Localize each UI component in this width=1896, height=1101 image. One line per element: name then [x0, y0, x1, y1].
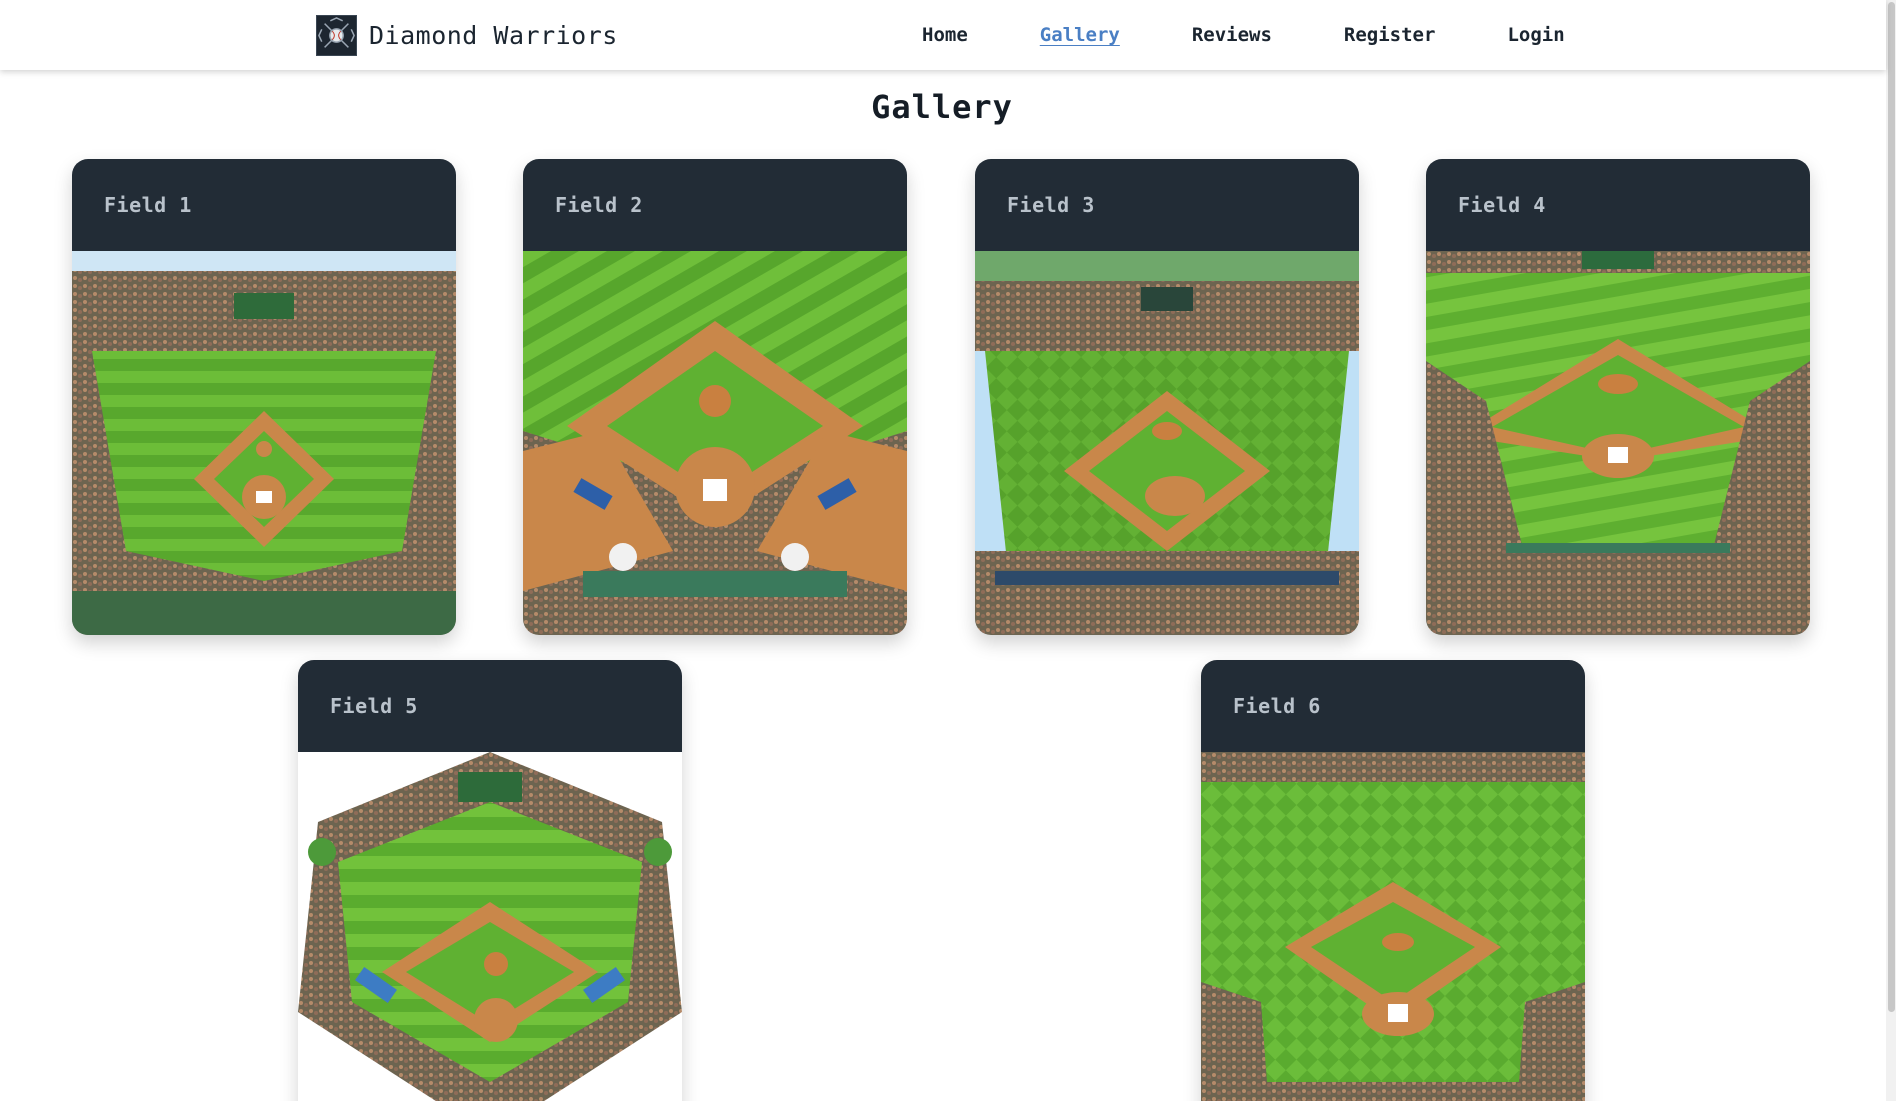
gallery-card[interactable]: Field 5: [298, 660, 682, 1101]
card-header: Field 1: [72, 159, 456, 251]
card-title: Field 5: [330, 694, 418, 718]
gallery-card[interactable]: Field 3: [975, 159, 1359, 635]
stadium-image[interactable]: [1426, 251, 1810, 635]
gallery-card[interactable]: Field 1: [72, 159, 456, 635]
card-title: Field 3: [1007, 193, 1095, 217]
card-title: Field 4: [1458, 193, 1546, 217]
nav-login[interactable]: Login: [1507, 24, 1564, 46]
page: Diamond Warriors Home Gallery Reviews Re…: [0, 0, 1896, 1101]
card-header: Field 3: [975, 159, 1359, 251]
page-title: Gallery: [871, 88, 1013, 126]
nav-reviews[interactable]: Reviews: [1192, 24, 1272, 46]
site-header: Diamond Warriors Home Gallery Reviews Re…: [0, 0, 1886, 70]
gallery-card[interactable]: Field 2: [523, 159, 907, 635]
stadium-image[interactable]: [975, 251, 1359, 635]
card-header: Field 2: [523, 159, 907, 251]
card-header: Field 6: [1201, 660, 1585, 752]
main-nav: Home Gallery Reviews Register Login: [922, 24, 1637, 46]
stadium-image[interactable]: [1201, 752, 1585, 1101]
nav-home[interactable]: Home: [922, 24, 968, 46]
scrollbar-thumb[interactable]: [1888, 2, 1895, 1012]
brand-name: Diamond Warriors: [369, 21, 618, 50]
gallery-card[interactable]: Field 4: [1426, 159, 1810, 635]
card-title: Field 2: [555, 193, 643, 217]
card-title: Field 6: [1233, 694, 1321, 718]
stadium-image[interactable]: [298, 752, 682, 1101]
baseball-crest-logo-icon: [316, 15, 357, 56]
nav-register[interactable]: Register: [1344, 24, 1436, 46]
nav-gallery[interactable]: Gallery: [1040, 24, 1120, 46]
stadium-image[interactable]: [523, 251, 907, 635]
card-title: Field 1: [104, 193, 192, 217]
gallery-card[interactable]: Field 6: [1201, 660, 1585, 1101]
card-header: Field 5: [298, 660, 682, 752]
brand[interactable]: Diamond Warriors: [316, 15, 618, 56]
card-header: Field 4: [1426, 159, 1810, 251]
page-scrollbar[interactable]: [1886, 0, 1896, 1101]
stadium-image[interactable]: [72, 251, 456, 635]
